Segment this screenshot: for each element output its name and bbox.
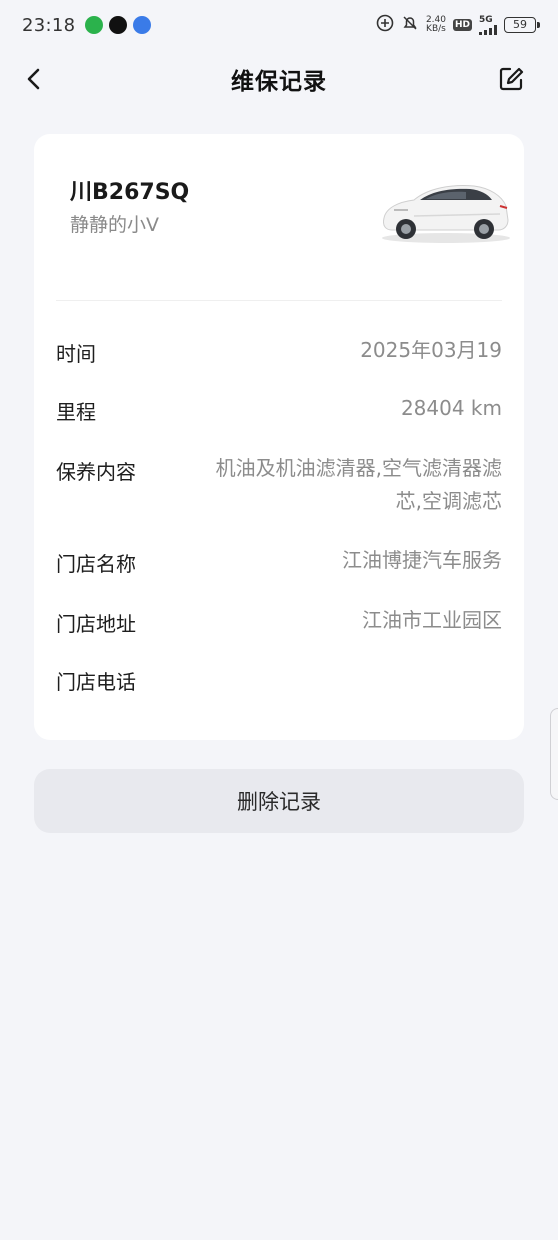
vehicle-nickname: 静静的小V [70, 214, 159, 236]
bell-off-icon [401, 14, 419, 36]
detail-label: 门店地址 [56, 612, 136, 636]
status-time: 23:18 [22, 14, 76, 36]
speed-unit: KB/s [426, 24, 446, 34]
side-drawer-handle[interactable] [550, 708, 558, 800]
detail-value: 江油市工业园区 [362, 608, 502, 632]
signal-icon [479, 25, 497, 35]
page-title: 维保记录 [231, 69, 327, 95]
detail-label: 门店名称 [56, 552, 136, 576]
edit-icon[interactable] [496, 64, 526, 94]
network-speed: 2.40 KB/s [426, 16, 446, 34]
license-plate: 川B267SQ [70, 180, 190, 205]
status-left: 23:18 [22, 14, 152, 36]
detail-label: 门店电话 [56, 670, 136, 694]
nav-bar: 维保记录 [0, 50, 558, 108]
blue-app-icon [133, 16, 152, 34]
car-image [374, 174, 514, 246]
status-right: 2.40 KB/s HD 5G 59 [376, 14, 540, 36]
hd-badge: HD [452, 19, 472, 31]
detail-value: 28404 km [400, 396, 502, 420]
detail-label: 时间 [56, 342, 96, 366]
add-circle-icon [376, 14, 394, 36]
wechat-icon [85, 16, 104, 34]
chevron-left-icon[interactable] [16, 60, 52, 98]
tiktok-icon [109, 16, 128, 34]
record-card: 川B267SQ 静静的小V 时间 2025年03月19 里程 28404 km … [34, 134, 524, 740]
detail-value: 机油及机油滤清器,空气滤清器滤芯,空调滤芯 [215, 456, 502, 513]
signal-group: 5G [479, 15, 497, 35]
status-bar: 23:18 2.40 KB/s HD 5G 59 [0, 0, 558, 50]
battery-icon: 59 [504, 17, 540, 33]
detail-label: 保养内容 [56, 460, 136, 484]
detail-value: 江油博捷汽车服务 [342, 548, 502, 572]
divider [56, 300, 502, 301]
detail-label: 里程 [56, 400, 96, 424]
delete-record-button[interactable]: 删除记录 [34, 769, 524, 833]
detail-value: 2025年03月19 [360, 338, 502, 362]
network-type: 5G [479, 15, 493, 25]
